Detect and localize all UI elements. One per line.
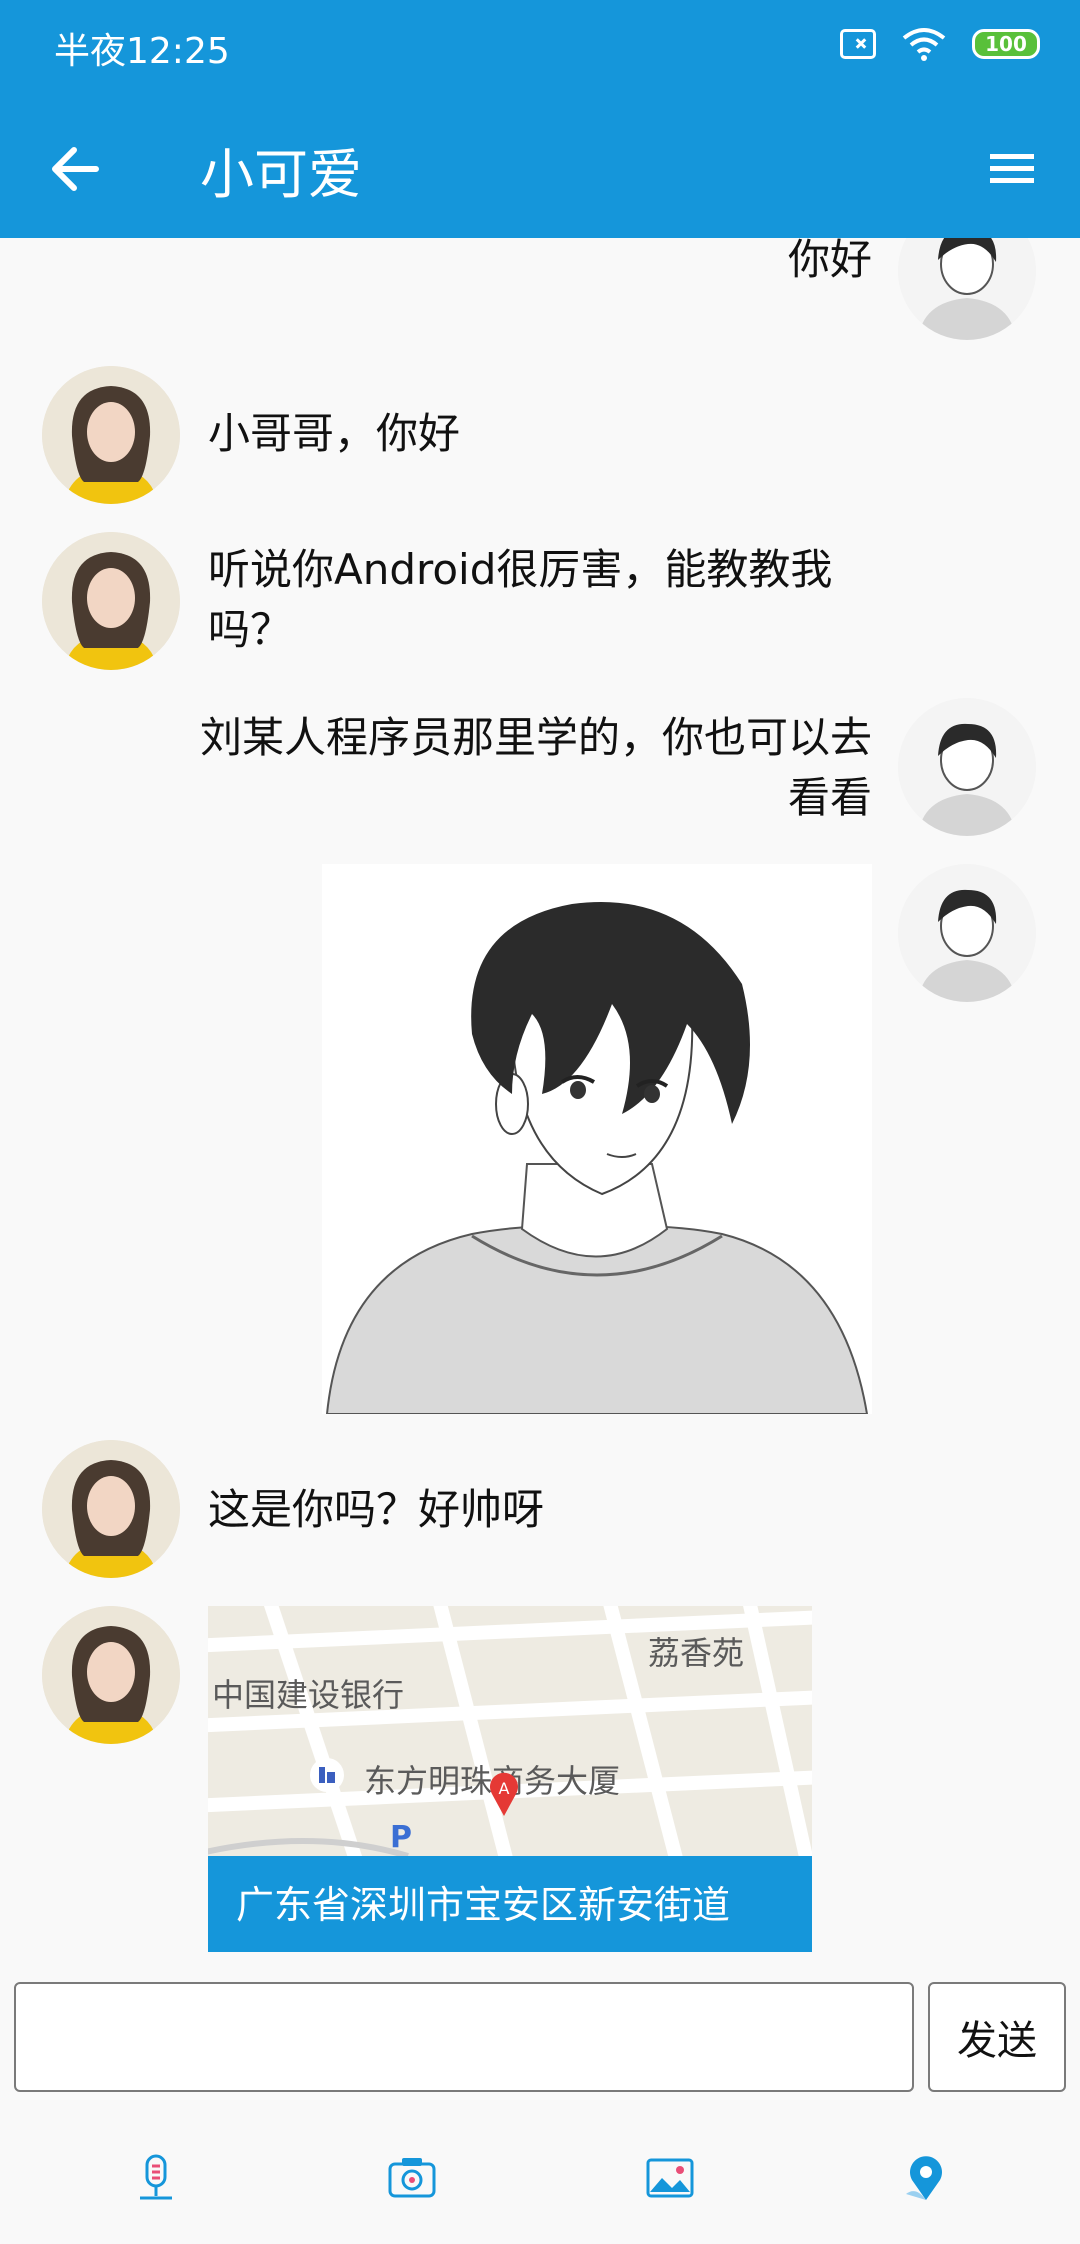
location-map: 荔香苑 中国建设银行 东方明珠商务大厦 A P	[208, 1606, 812, 1856]
parking-icon: P	[390, 1820, 412, 1855]
status-icons: 100	[840, 26, 1040, 62]
input-bar: 发送	[0, 1952, 1080, 2122]
menu-icon[interactable]	[984, 140, 1040, 196]
back-arrow-icon[interactable]	[40, 134, 110, 204]
message-text: 小哥哥，你好	[208, 409, 461, 458]
contact-avatar[interactable]	[42, 366, 180, 504]
message-line: 看看	[787, 773, 872, 822]
message-text: 听说你Android很厉害，能教教我 吗？	[208, 540, 908, 660]
no-sim-icon	[840, 29, 876, 59]
wifi-icon	[902, 28, 946, 61]
svg-text:A: A	[499, 1779, 510, 1798]
message-text: 你好	[787, 238, 872, 284]
location-address: 广东省深圳市宝安区新安街道	[208, 1856, 812, 1952]
my-avatar[interactable]	[898, 864, 1036, 1002]
chat-title: 小可爱	[200, 143, 362, 206]
message-input[interactable]	[14, 1982, 914, 2092]
my-avatar[interactable]	[898, 238, 1036, 340]
contact-avatar[interactable]	[42, 532, 180, 670]
map-label: 中国建设银行	[212, 1676, 405, 1714]
map-pin-icon: A	[490, 1772, 518, 1816]
camera-icon[interactable]	[384, 2150, 440, 2206]
status-bar: 半夜12:25 100	[0, 0, 1080, 96]
microphone-icon[interactable]	[128, 2150, 184, 2206]
app-bar: 小可爱	[0, 96, 1080, 238]
map-label: 荔香苑	[648, 1634, 745, 1672]
message-line: 刘某人程序员那里学的，你也可以去	[199, 713, 872, 762]
message-text: 这是你吗？好帅呀	[208, 1485, 545, 1534]
message-line: 吗？	[208, 605, 293, 654]
location-icon[interactable]	[898, 2150, 954, 2206]
message-line: 听说你Android很厉害，能教教我	[208, 545, 833, 594]
image-icon[interactable]	[642, 2150, 698, 2206]
image-message[interactable]	[322, 864, 872, 1414]
send-button[interactable]: 发送	[928, 1982, 1066, 2092]
my-avatar[interactable]	[898, 698, 1036, 836]
battery-icon: 100	[972, 29, 1040, 59]
chat-messages[interactable]: 你好 小哥哥，你好 听说你Android很厉害，能教教我 吗？ 刘某人程序员那里…	[0, 238, 1080, 1952]
message-text: 刘某人程序员那里学的，你也可以去 看看	[130, 708, 872, 828]
building-icon	[310, 1758, 344, 1792]
contact-avatar[interactable]	[42, 1606, 180, 1744]
contact-avatar[interactable]	[42, 1440, 180, 1578]
status-time: 半夜12:25	[54, 31, 230, 72]
location-message[interactable]: 荔香苑 中国建设银行 东方明珠商务大厦 A P 广东省深圳市宝安区新安街道	[208, 1606, 812, 1952]
bottom-toolbar	[0, 2122, 1080, 2244]
